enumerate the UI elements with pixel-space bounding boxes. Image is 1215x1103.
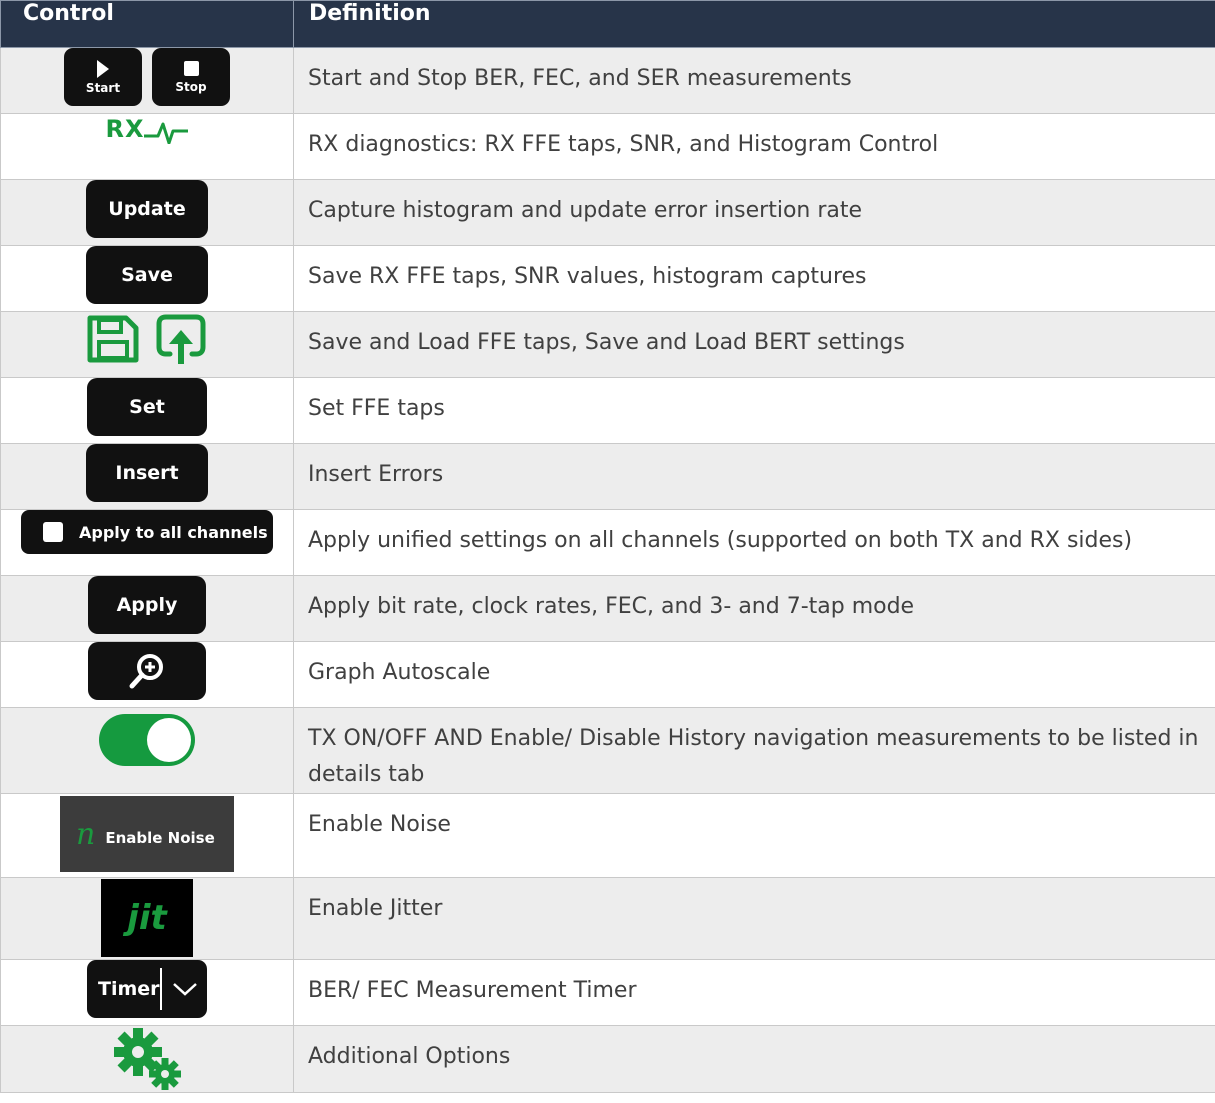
update-button[interactable]: Update: [86, 180, 208, 238]
load-upload-icon[interactable]: [154, 312, 208, 366]
rx-label: RX: [105, 115, 145, 143]
apply-to-all-label: Apply to all channels: [79, 522, 268, 542]
apply-to-all-channels-checkbox[interactable]: Apply to all channels: [21, 510, 273, 554]
table-row: Set Set FFE taps: [0, 377, 1215, 444]
toggle-switch[interactable]: [99, 714, 195, 766]
controls-table: Control Definition Start Stop Start and …: [0, 0, 1215, 1093]
timer-label: Timer: [98, 978, 160, 1000]
noise-n-icon: n: [76, 816, 96, 852]
floppy-save-icon[interactable]: [86, 314, 140, 364]
control-cell: Insert: [0, 443, 294, 510]
control-cell: Timer: [0, 959, 294, 1026]
control-cell: Save: [0, 245, 294, 312]
timer-dropdown[interactable]: Timer: [87, 960, 207, 1018]
set-button[interactable]: Set: [87, 378, 207, 436]
control-cell: [0, 707, 294, 794]
table-row: Graph Autoscale: [0, 641, 1215, 708]
stop-icon: [183, 60, 199, 76]
table-row: RX RX diagnostics: RX FFE taps, SNR, and…: [0, 113, 1215, 180]
table-row: n Enable Noise Enable Noise: [0, 793, 1215, 878]
gears-icon[interactable]: [102, 1028, 192, 1092]
start-button[interactable]: Start: [64, 48, 142, 106]
stop-button[interactable]: Stop: [152, 48, 230, 106]
table-row: Save Save RX FFE taps, SNR values, histo…: [0, 245, 1215, 312]
definition-cell: Set FFE taps: [293, 377, 1215, 444]
definition-cell: Additional Options: [293, 1025, 1215, 1093]
definition-cell: Enable Noise: [293, 793, 1215, 878]
definition-cell: Enable Jitter: [293, 877, 1215, 960]
table-row: Apply Apply bit rate, clock rates, FEC, …: [0, 575, 1215, 642]
table-row: Additional Options: [0, 1025, 1215, 1093]
control-cell: [0, 311, 294, 378]
table-row: Timer BER/ FEC Measurement Timer: [0, 959, 1215, 1026]
checkbox-box[interactable]: [43, 522, 63, 542]
chevron-down-icon[interactable]: [162, 981, 207, 997]
start-label: Start: [85, 80, 121, 95]
table-row: TX ON/OFF AND Enable/ Disable History na…: [0, 707, 1215, 794]
control-cell: Apply: [0, 575, 294, 642]
control-column-header: Control: [0, 0, 294, 48]
table-row: jit Enable Jitter: [0, 877, 1215, 960]
control-cell: Update: [0, 179, 294, 246]
autoscale-button[interactable]: [88, 642, 206, 700]
table-row: Save and Load FFE taps, Save and Load BE…: [0, 311, 1215, 378]
toggle-knob: [147, 718, 191, 762]
definition-cell: RX diagnostics: RX FFE taps, SNR, and Hi…: [293, 113, 1215, 180]
control-cell: Start Stop: [0, 47, 294, 114]
insert-button[interactable]: Insert: [86, 444, 208, 502]
table-header-row: Control Definition: [0, 0, 1215, 48]
definition-cell: Graph Autoscale: [293, 641, 1215, 708]
table-row: Apply to all channels Apply unified sett…: [0, 509, 1215, 576]
pulse-wave-icon: [144, 122, 189, 144]
save-button[interactable]: Save: [86, 246, 208, 304]
definition-cell: Apply unified settings on all channels (…: [293, 509, 1215, 576]
definition-cell: Save and Load FFE taps, Save and Load BE…: [293, 311, 1215, 378]
control-cell: RX: [0, 113, 294, 180]
stop-label: Stop: [175, 79, 207, 94]
control-cell: Apply to all channels: [0, 509, 294, 576]
definition-cell: Apply bit rate, clock rates, FEC, and 3-…: [293, 575, 1215, 642]
definition-cell: BER/ FEC Measurement Timer: [293, 959, 1215, 1026]
apply-button[interactable]: Apply: [88, 576, 206, 634]
table-row: Start Stop Start and Stop BER, FEC, and …: [0, 47, 1215, 114]
play-icon: [97, 59, 109, 78]
definition-cell: Capture histogram and update error inser…: [293, 179, 1215, 246]
zoom-in-icon: [129, 654, 163, 689]
definition-column-header: Definition: [293, 0, 1215, 48]
enable-noise-label: Enable Noise: [105, 829, 215, 847]
definition-cell: Start and Stop BER, FEC, and SER measure…: [293, 47, 1215, 114]
control-cell: jit: [0, 877, 294, 960]
control-cell: Set: [0, 377, 294, 444]
control-cell: [0, 641, 294, 708]
control-cell: n Enable Noise: [0, 793, 294, 878]
table-row: Insert Insert Errors: [0, 443, 1215, 510]
enable-noise-button[interactable]: n Enable Noise: [60, 796, 234, 872]
definition-cell: TX ON/OFF AND Enable/ Disable History na…: [293, 707, 1215, 794]
table-row: Update Capture histogram and update erro…: [0, 179, 1215, 246]
definition-cell: Insert Errors: [293, 443, 1215, 510]
enable-jitter-button[interactable]: jit: [101, 879, 193, 957]
control-cell: [0, 1025, 294, 1093]
definition-cell: Save RX FFE taps, SNR values, histogram …: [293, 245, 1215, 312]
rx-diagnostics-button[interactable]: RX: [1, 114, 293, 144]
